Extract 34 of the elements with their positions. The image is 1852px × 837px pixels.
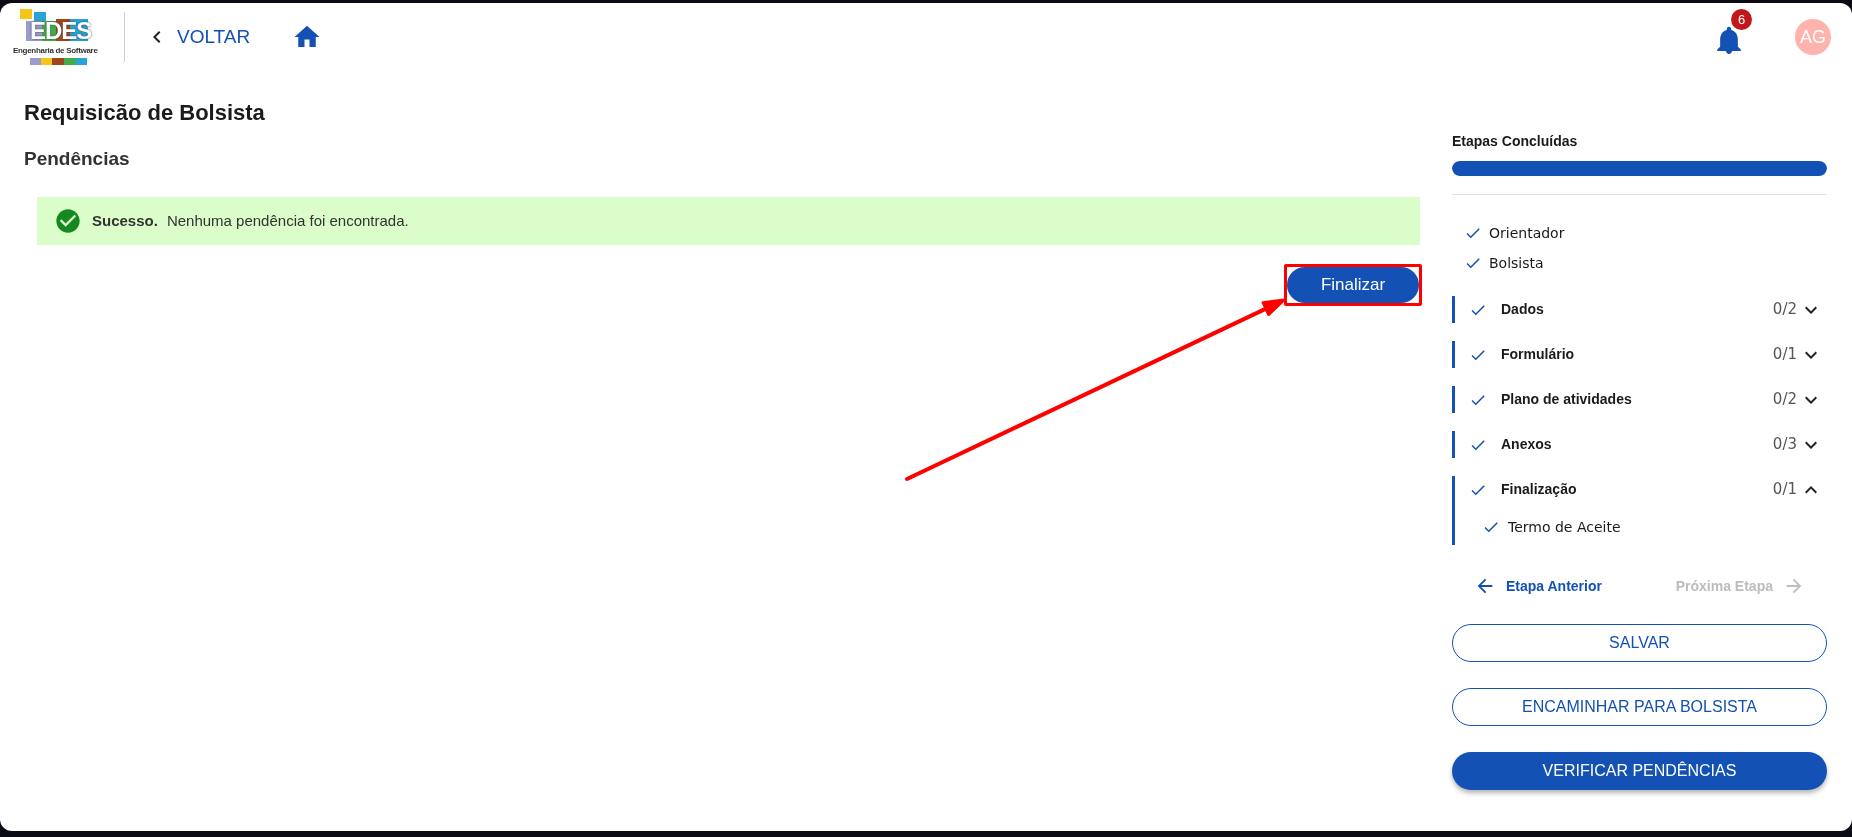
step-label: Dados [1501, 300, 1544, 319]
back-link[interactable]: VOLTAR [145, 22, 251, 52]
outline-button[interactable]: ENCAMINHAR PARA BOLSISTA [1452, 688, 1827, 726]
alert-message: Nenhuma pendência foi encontrada. [166, 210, 409, 231]
verify-button[interactable]: VERIFICAR PENDÊNCIAS [1452, 752, 1827, 790]
step-count: 0/1 [1772, 344, 1797, 366]
alert-title: Sucesso. [92, 210, 158, 231]
progress-title: Etapas Concluídas [1452, 132, 1578, 150]
step-label: Formulário [1501, 345, 1575, 364]
bell-icon[interactable] [1717, 26, 1741, 54]
substep-item[interactable]: Termo de Aceite [1455, 512, 1827, 542]
step-item[interactable]: Bolsista [1452, 248, 1827, 278]
previous-step-link[interactable]: Etapa Anterior [1474, 575, 1602, 597]
step-count: 0/2 [1772, 299, 1797, 321]
step-count: 0/2 [1772, 389, 1797, 411]
step-label: Anexos [1501, 435, 1552, 454]
step-group-header[interactable]: Finalização 0/1 [1455, 476, 1827, 503]
step-label: Plano de atividades [1501, 390, 1632, 409]
notification-badge: 6 [1731, 9, 1752, 30]
step-group-header[interactable]: Formulário 0/1 [1455, 341, 1827, 368]
logo-wordmark: EDES [30, 18, 92, 44]
finalize-button[interactable]: Finalizar [1287, 267, 1419, 303]
step-count: 0/1 [1772, 479, 1797, 501]
logo-tagline: Engenharia de Software [13, 46, 98, 56]
outline-button[interactable]: SALVAR [1452, 624, 1827, 662]
step-count: 0/3 [1772, 434, 1797, 456]
step-item[interactable]: Orientador [1452, 218, 1827, 248]
page-title: Requisicão de Bolsista [24, 99, 265, 127]
step-group-header[interactable]: Dados 0/2 [1455, 296, 1827, 323]
step-group-header[interactable]: Anexos 0/3 [1455, 431, 1827, 458]
success-check-icon [54, 207, 82, 235]
step-label: Finalização [1501, 480, 1577, 499]
step-group-header[interactable]: Plano de atividades 0/2 [1455, 386, 1827, 413]
section-title: Pendências [24, 147, 130, 171]
